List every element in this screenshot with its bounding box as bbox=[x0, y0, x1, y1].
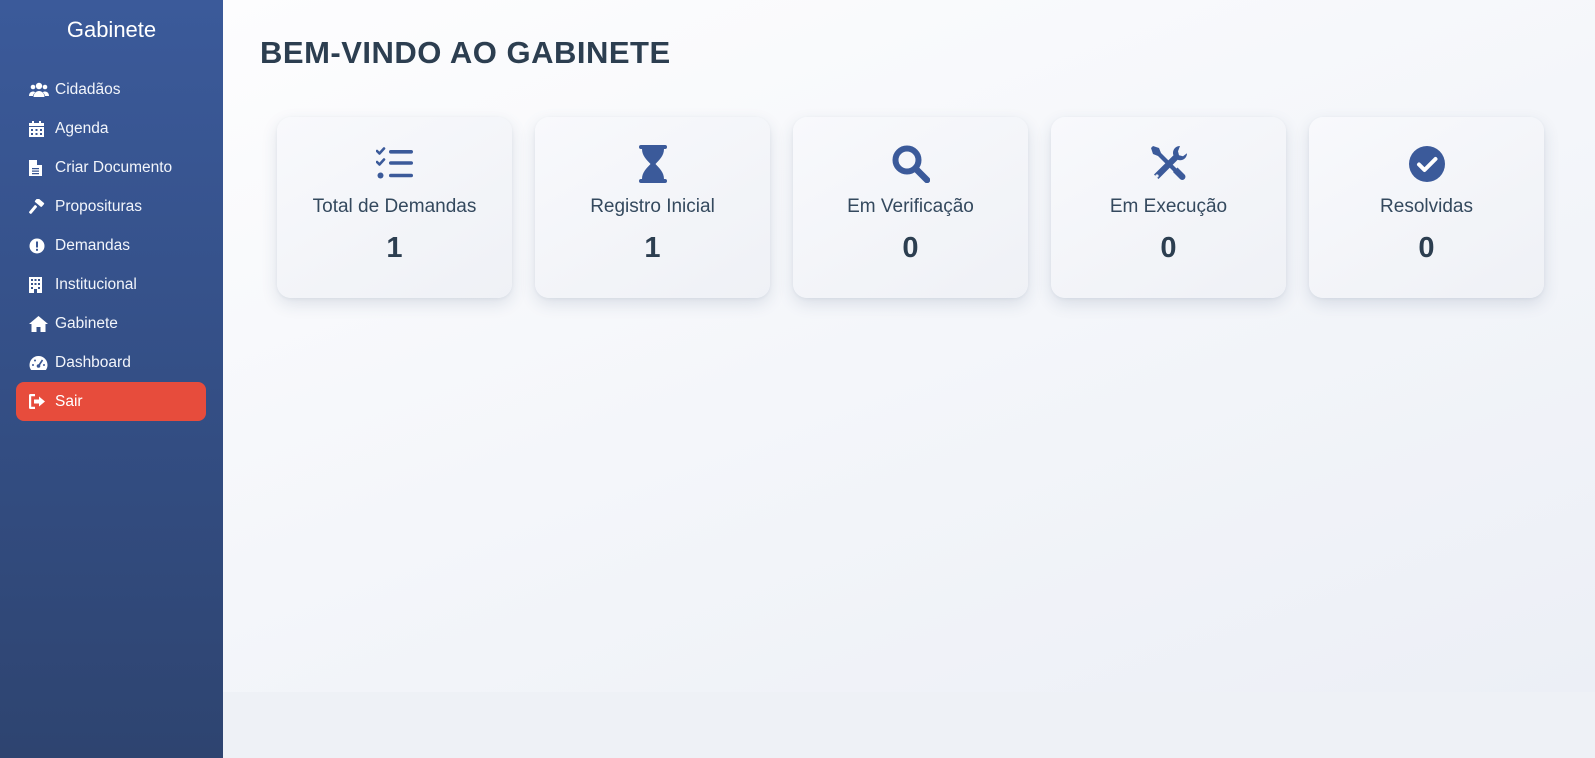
sidebar-item-cidadaos[interactable]: Cidadãos bbox=[16, 70, 206, 109]
sidebar-title: Gabinete bbox=[66, 17, 157, 42]
card-value: 0 bbox=[902, 232, 919, 264]
hourglass-icon bbox=[633, 145, 673, 183]
card-value: 0 bbox=[1160, 232, 1177, 264]
app-window: Gabinete Cidadãos Agenda Criar Documento… bbox=[0, 0, 1595, 758]
home-icon bbox=[29, 315, 49, 333]
page-title: BEM-VINDO AO GABINETE bbox=[260, 35, 671, 70]
search-icon bbox=[891, 145, 931, 183]
sidebar-item-label: Dashboard bbox=[55, 353, 131, 371]
card-em-verificacao: Em Verificação 0 bbox=[793, 117, 1028, 298]
sidebar: Gabinete Cidadãos Agenda Criar Documento… bbox=[0, 0, 223, 758]
card-total-demandas: Total de Demandas 1 bbox=[277, 117, 512, 298]
sidebar-item-dashboard[interactable]: Dashboard bbox=[16, 343, 206, 382]
card-value: 1 bbox=[386, 232, 403, 264]
sidebar-item-criar-documento[interactable]: Criar Documento bbox=[16, 148, 206, 187]
card-label: Em Execução bbox=[1109, 196, 1228, 217]
check-circle-icon bbox=[1407, 145, 1447, 183]
logout-label: Sair bbox=[55, 392, 83, 410]
card-label: Registro Inicial bbox=[590, 196, 715, 217]
calendar-icon bbox=[29, 120, 49, 138]
card-value: 1 bbox=[644, 232, 661, 264]
card-value: 0 bbox=[1418, 232, 1435, 264]
list-check-icon bbox=[375, 145, 415, 183]
sidebar-item-label: Gabinete bbox=[55, 314, 118, 332]
sidebar-item-label: Agenda bbox=[55, 119, 109, 137]
sign-out-icon bbox=[29, 393, 49, 411]
summary-cards: Total de Demandas 1 Registro Inicial 1 E… bbox=[277, 117, 1544, 298]
main-content: BEM-VINDO AO GABINETE Total de Demandas … bbox=[223, 0, 1595, 692]
building-icon bbox=[29, 276, 49, 294]
sidebar-item-gabinete[interactable]: Gabinete bbox=[16, 304, 206, 343]
sidebar-nav: Cidadãos Agenda Criar Documento Proposit… bbox=[16, 70, 206, 421]
gauge-icon bbox=[29, 354, 49, 372]
sidebar-item-label: Proposituras bbox=[55, 197, 143, 215]
footer-band bbox=[223, 692, 1595, 758]
sidebar-item-institucional[interactable]: Institucional bbox=[16, 265, 206, 304]
exclamation-circle-icon bbox=[29, 237, 49, 255]
logout-button[interactable]: Sair bbox=[16, 382, 206, 421]
document-icon bbox=[29, 159, 49, 177]
sidebar-item-demandas[interactable]: Demandas bbox=[16, 226, 206, 265]
card-registro-inicial: Registro Inicial 1 bbox=[535, 117, 770, 298]
card-label: Resolvidas bbox=[1380, 196, 1473, 217]
card-label: Total de Demandas bbox=[312, 196, 477, 217]
gavel-icon bbox=[29, 198, 49, 216]
card-em-execucao: Em Execução 0 bbox=[1051, 117, 1286, 298]
sidebar-item-label: Criar Documento bbox=[55, 158, 173, 176]
sidebar-item-agenda[interactable]: Agenda bbox=[16, 109, 206, 148]
users-icon bbox=[29, 81, 49, 99]
card-resolvidas: Resolvidas 0 bbox=[1309, 117, 1544, 298]
tools-icon bbox=[1149, 145, 1189, 183]
sidebar-item-label: Institucional bbox=[55, 275, 137, 293]
sidebar-item-label: Demandas bbox=[55, 236, 130, 254]
sidebar-item-proposituras[interactable]: Proposituras bbox=[16, 187, 206, 226]
sidebar-item-label: Cidadãos bbox=[55, 80, 121, 98]
card-label: Em Verificação bbox=[847, 196, 974, 217]
